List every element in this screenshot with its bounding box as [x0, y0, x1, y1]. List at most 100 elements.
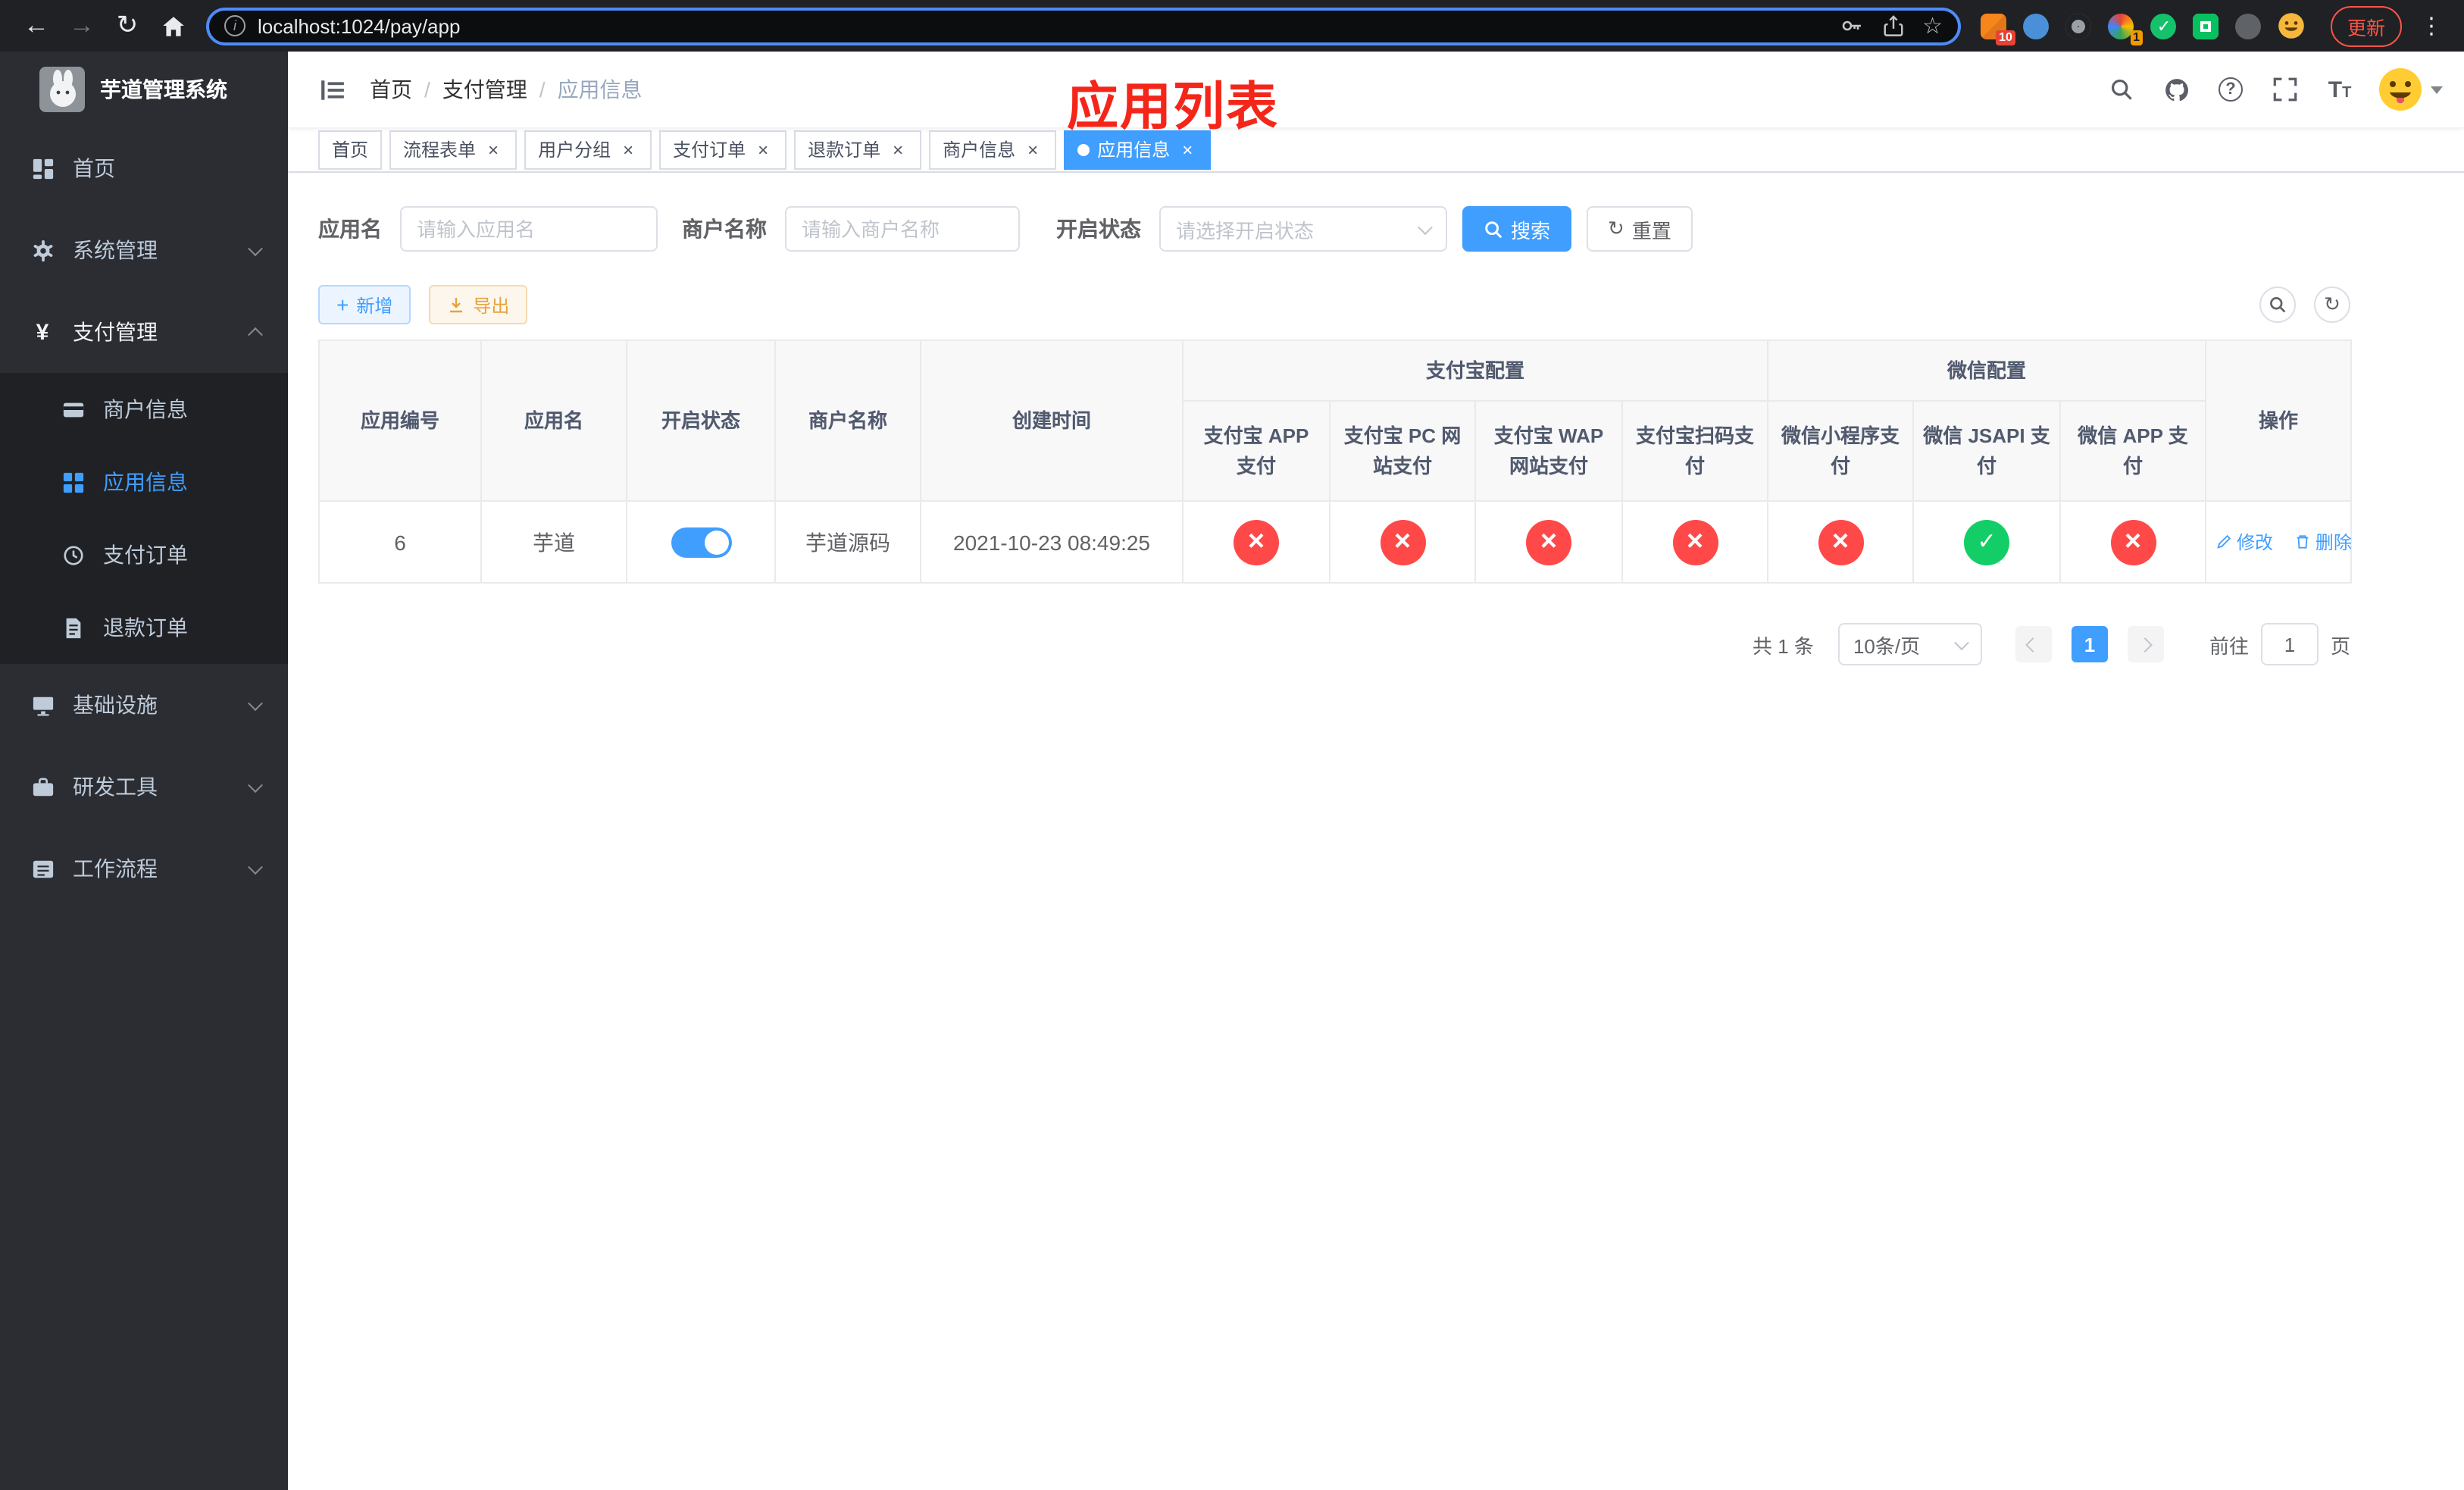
col-header-app-id: 应用编号 — [318, 340, 482, 502]
tag-merchant-info[interactable]: 商户信息 — [929, 130, 1057, 169]
merchant-name-input[interactable] — [785, 206, 1020, 252]
tag-process-form[interactable]: 流程表单 — [389, 130, 518, 169]
address-bar[interactable]: localhost:1024/pay/app — [206, 7, 1961, 45]
prev-page-button[interactable] — [2015, 626, 2052, 662]
close-icon[interactable] — [618, 139, 638, 159]
gear-icon — [30, 238, 55, 262]
apps-table: 应用编号 应用名 开启状态 商户名称 创建时间 支付宝配置 微信配置 操作 支付… — [318, 340, 2353, 584]
reset-button[interactable]: 重置 — [1587, 206, 1693, 252]
extension-icon[interactable]: 10 — [1979, 11, 2015, 45]
close-icon[interactable] — [888, 139, 908, 159]
breadcrumb-current: 应用信息 — [557, 77, 643, 102]
merchant-name-label: 商户名称 — [682, 217, 767, 241]
sidebar-item-label: 系统管理 — [73, 238, 158, 262]
url-text: localhost:1024/pay/app — [258, 14, 461, 37]
search-button[interactable]: 搜索 — [1462, 206, 1572, 252]
breadcrumb-home[interactable]: 首页 — [370, 74, 412, 105]
tag-user-group[interactable]: 用户分组 — [524, 130, 652, 169]
chrome-update-button[interactable]: 更新 — [2330, 5, 2402, 46]
extension-icon[interactable] — [2022, 11, 2052, 41]
page-size-select[interactable]: 10条/页 — [1837, 623, 1982, 665]
browser-forward-button[interactable] — [61, 5, 103, 47]
page-content: 应用名 商户名称 开启状态 请选择开启状态 搜索 — [288, 173, 2464, 1490]
chevron-down-icon — [1954, 634, 1969, 650]
search-icon — [2111, 79, 2132, 100]
group-header-wechat: 微信配置 — [1767, 340, 2207, 402]
browser-menu-icon[interactable] — [2414, 12, 2449, 39]
help-button[interactable] — [2214, 73, 2247, 106]
browser-reload-button[interactable] — [106, 5, 149, 47]
extension-icon[interactable] — [2276, 11, 2306, 41]
password-key-icon[interactable] — [1839, 14, 1863, 38]
share-icon[interactable] — [1881, 14, 1904, 37]
extension-icon[interactable] — [2191, 11, 2222, 41]
delete-link[interactable]: 删除 — [2294, 529, 2352, 555]
refresh-icon — [2324, 293, 2340, 317]
close-icon[interactable] — [753, 139, 773, 159]
sidebar-item-app-info[interactable]: 应用信息 — [0, 446, 288, 518]
bookmark-star-icon[interactable] — [1922, 12, 1943, 39]
sidebar-item-home[interactable]: 首页 — [0, 127, 288, 209]
toolbox-icon — [30, 775, 55, 799]
close-icon[interactable] — [1023, 139, 1043, 159]
next-page-button[interactable] — [2127, 626, 2164, 662]
sidebar-item-label: 研发工具 — [73, 775, 158, 799]
breadcrumb-payment[interactable]: 支付管理 — [442, 74, 527, 105]
goto-page-input[interactable] — [2260, 623, 2319, 665]
tag-label: 商户信息 — [943, 139, 1016, 161]
refresh-table-button[interactable] — [2314, 286, 2350, 323]
tag-refund-orders[interactable]: 退款订单 — [794, 130, 922, 169]
status-select[interactable]: 请选择开启状态 — [1159, 206, 1447, 252]
sidebar-item-infrastructure[interactable]: 基础设施 — [0, 664, 288, 746]
close-icon[interactable] — [1177, 139, 1197, 159]
browser-home-button[interactable] — [152, 5, 194, 47]
chevron-right-icon — [2138, 637, 2153, 652]
add-button[interactable]: 新增 — [318, 285, 411, 324]
extension-icon[interactable]: ✓ — [2149, 11, 2179, 41]
site-info-icon[interactable] — [224, 15, 245, 36]
tag-pay-orders[interactable]: 支付订单 — [659, 130, 787, 169]
extension-icon[interactable] — [2064, 11, 2094, 41]
sidebar-logo[interactable]: 芋道管理系统 — [0, 52, 288, 127]
browser-back-button[interactable] — [15, 5, 58, 47]
status-toggle[interactable] — [671, 527, 731, 557]
hamburger-icon — [321, 80, 343, 99]
header-search-button[interactable] — [2105, 73, 2138, 106]
edit-link[interactable]: 修改 — [2215, 529, 2273, 555]
sidebar-item-refund-orders[interactable]: 退款订单 — [0, 591, 288, 664]
sidebar-item-payment[interactable]: 支付管理 — [0, 291, 288, 373]
page-number-button[interactable]: 1 — [2071, 626, 2108, 662]
font-size-button[interactable] — [2323, 73, 2356, 106]
payment-submenu: 商户信息 应用信息 支付订单 退款订单 — [0, 373, 288, 664]
user-menu[interactable] — [2378, 67, 2443, 112]
font-size-icon — [2328, 78, 2352, 101]
export-button[interactable]: 导出 — [429, 285, 528, 324]
extension-glyph: ✓ — [2150, 13, 2177, 39]
github-button[interactable] — [2159, 73, 2193, 106]
reset-button-label: 重置 — [1631, 219, 1671, 242]
reload-icon — [117, 11, 139, 41]
extension-icon[interactable]: 1 — [2106, 11, 2143, 45]
extension-glyph — [2065, 13, 2092, 39]
sidebar-item-dev-tools[interactable]: 研发工具 — [0, 746, 288, 828]
chevron-down-icon — [248, 777, 263, 793]
tag-home[interactable]: 首页 — [318, 130, 383, 169]
toggle-search-button[interactable] — [2259, 286, 2296, 323]
sidebar-item-merchant-info[interactable]: 商户信息 — [0, 373, 288, 446]
sidebar-item-system[interactable]: 系统管理 — [0, 209, 288, 291]
sidebar-item-label: 退款订单 — [103, 615, 188, 640]
sidebar-item-pay-orders[interactable]: 支付订单 — [0, 518, 288, 591]
alipay-wap-status-icon — [1526, 519, 1571, 565]
hamburger-button[interactable] — [309, 67, 355, 112]
fullscreen-button[interactable] — [2269, 73, 2302, 106]
close-icon[interactable] — [483, 139, 503, 159]
sidebar-item-workflow[interactable]: 工作流程 — [0, 828, 288, 909]
col-header-merchant: 商户名称 — [774, 340, 921, 502]
app-name-input[interactable] — [400, 206, 658, 252]
breadcrumb: 首页 支付管理 应用信息 — [370, 74, 643, 105]
search-form: 应用名 商户名称 开启状态 请选择开启状态 搜索 — [318, 206, 2350, 252]
breadcrumb-separator — [539, 77, 546, 102]
col-header-alipay-qr: 支付宝扫码支付 — [1621, 400, 1769, 502]
extension-icon[interactable] — [2234, 11, 2264, 41]
wechat-mini-status-icon — [1818, 519, 1864, 565]
